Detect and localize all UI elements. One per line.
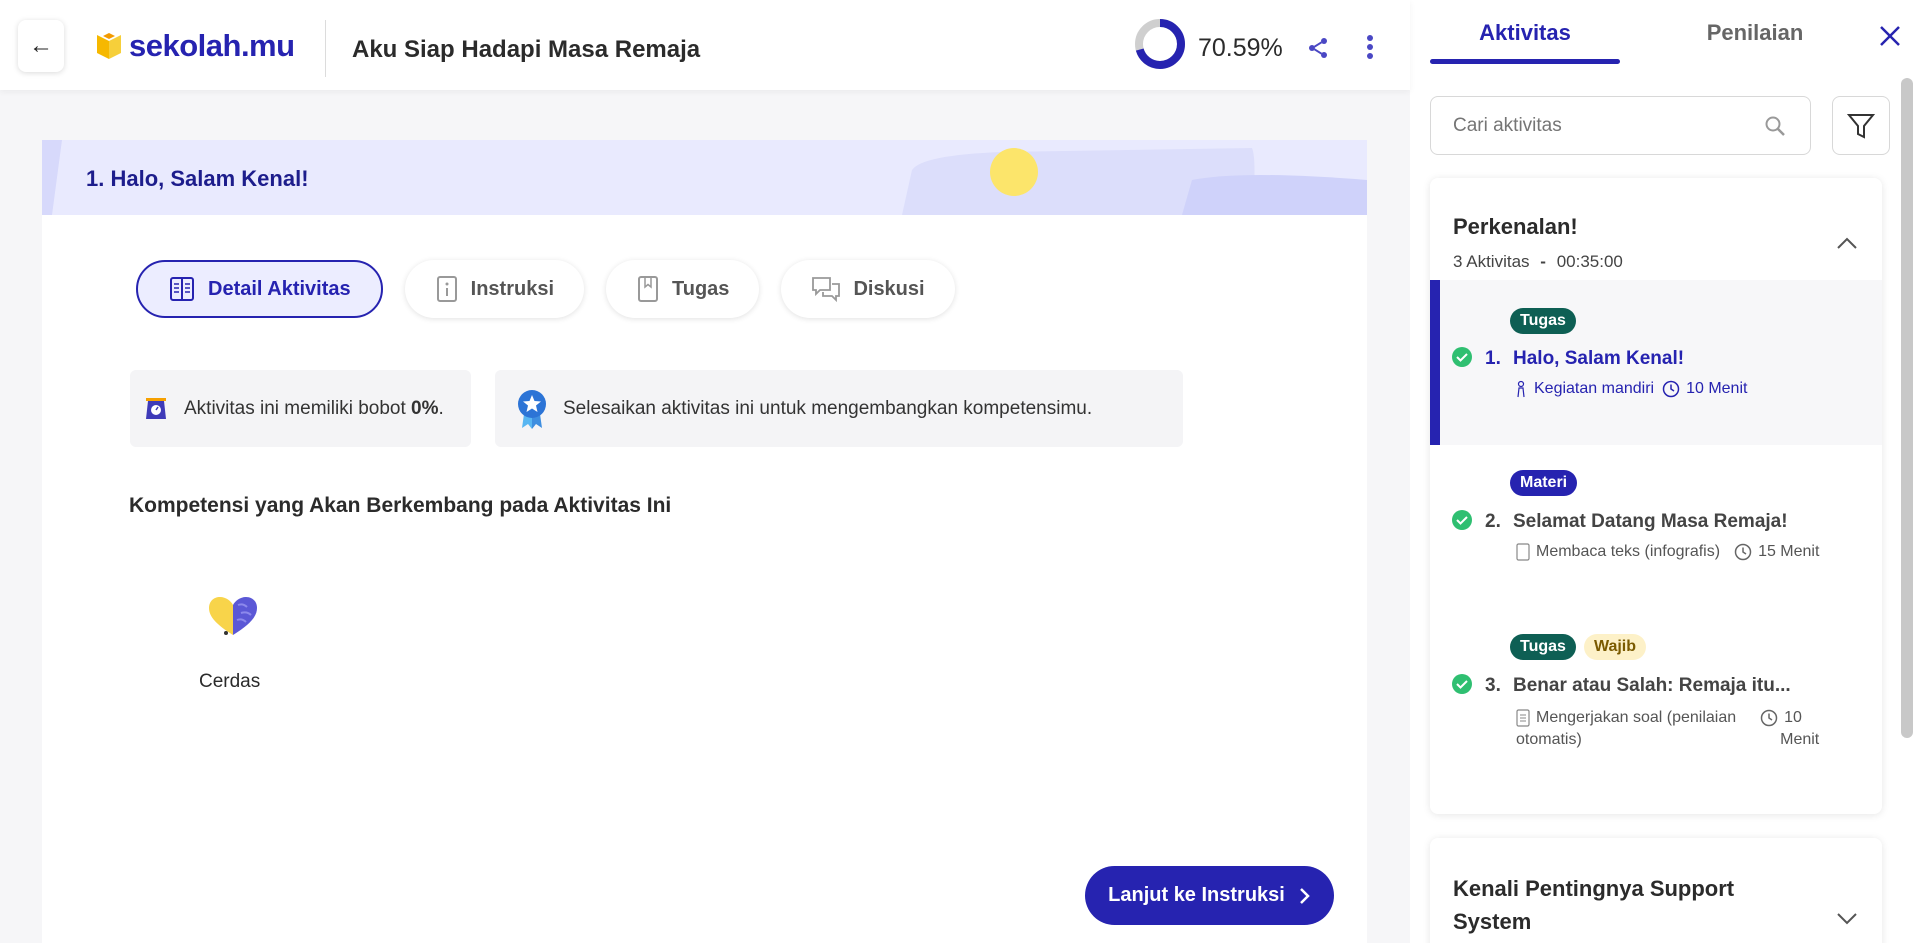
competency-label: Cerdas	[199, 671, 261, 692]
activity-item-2[interactable]: Materi 2. Selamat Datang Masa Remaja! Me…	[1430, 445, 1882, 610]
next-button-label: Lanjut ke Instruksi	[1108, 884, 1285, 906]
back-button[interactable]: ←	[18, 20, 64, 72]
medal-icon	[518, 389, 546, 429]
activity-title: 1. Halo, Salam Kenal!	[86, 166, 309, 191]
badge-tugas: Tugas	[1510, 308, 1576, 334]
activity-duration: 15 Menit	[1734, 543, 1819, 561]
tab-label: Instruksi	[470, 277, 555, 300]
person-icon	[1517, 380, 1525, 398]
weight-text: Aktivitas ini memiliki bobot 0%.	[184, 397, 444, 419]
clock-icon	[1734, 543, 1752, 561]
filter-icon	[1846, 113, 1876, 139]
progress-ring	[1135, 19, 1185, 69]
group-meta: 3 Aktivitas - 00:35:00	[1453, 252, 1623, 271]
filter-button[interactable]	[1832, 96, 1890, 155]
more-vertical-icon[interactable]	[1362, 34, 1378, 60]
chevron-down-icon[interactable]	[1835, 908, 1859, 928]
badges: Tugas Wajib	[1510, 634, 1647, 660]
activity-duration: 10 Menit	[1760, 707, 1819, 751]
document-icon	[1516, 709, 1530, 727]
tab-label: Diskusi	[853, 277, 925, 300]
logo[interactable]: sekolah.mu	[95, 28, 295, 64]
search-input[interactable]	[1453, 114, 1753, 137]
badge-wajib: Wajib	[1583, 634, 1647, 660]
top-header: ← sekolah.mu Aku Siap Hadapi Masa Remaja…	[0, 0, 1410, 90]
activity-number: 2.	[1485, 511, 1501, 532]
group-title: Perkenalan!	[1453, 214, 1578, 239]
sidebar-scrollbar[interactable]	[1901, 78, 1913, 738]
search-box	[1430, 96, 1811, 155]
logo-text: sekolah.mu	[129, 28, 295, 63]
share-icon[interactable]	[1306, 36, 1330, 60]
activity-group-support-system[interactable]: Kenali Pentingnya Support System	[1430, 838, 1882, 943]
bookmark-icon	[638, 276, 659, 302]
activity-item-3[interactable]: Tugas Wajib 3. Benar atau Salah: Remaja …	[1430, 610, 1882, 775]
goal-info-box: Selesaikan aktivitas ini untuk mengemban…	[495, 370, 1183, 447]
activity-tabs: Detail Aktivitas Instruksi Tugas Diskusi	[136, 260, 955, 318]
badge-materi: Materi	[1510, 470, 1578, 496]
arrow-left-icon: ←	[29, 32, 53, 59]
search-icon[interactable]	[1764, 115, 1786, 137]
badges: Tugas	[1510, 308, 1576, 334]
check-circle-icon	[1452, 674, 1472, 694]
close-icon[interactable]	[1878, 24, 1902, 48]
course-title: Aku Siap Hadapi Masa Remaja	[352, 36, 701, 63]
activity-title: Benar atau Salah: Remaja itu...	[1513, 675, 1791, 696]
badges: Materi	[1510, 470, 1578, 496]
activity-title: Selamat Datang Masa Remaja!	[1513, 511, 1788, 532]
tab-tugas[interactable]: Tugas	[606, 260, 760, 318]
chevron-right-icon	[1299, 887, 1310, 904]
badge-tugas: Tugas	[1510, 634, 1576, 660]
chat-icon	[812, 277, 841, 303]
weight-info-box: Aktivitas ini memiliki bobot 0%.	[130, 370, 471, 447]
activity-number: 1.	[1485, 348, 1501, 369]
progress-percentage: 70.59%	[1198, 34, 1283, 62]
activity-group-perkenalan: Perkenalan! 3 Aktivitas - 00:35:00 Tugas…	[1430, 178, 1882, 814]
check-circle-icon	[1452, 510, 1472, 530]
activity-number: 3.	[1485, 675, 1501, 696]
sidebar-tabs: Aktivitas Penilaian	[1430, 0, 1850, 66]
activity-detail-panel: 1. Halo, Salam Kenal! Detail Aktivitas I…	[42, 140, 1367, 943]
clock-icon	[1662, 380, 1680, 398]
tab-label: Detail Aktivitas	[208, 277, 351, 300]
next-instruction-button[interactable]: Lanjut ke Instruksi	[1085, 866, 1334, 925]
activity-meta: Membaca teks (infografis) 15 Menit	[1516, 543, 1819, 561]
scale-icon	[146, 397, 166, 419]
tab-diskusi[interactable]: Diskusi	[781, 260, 955, 318]
activity-item-1[interactable]: Tugas 1. Halo, Salam Kenal! Kegiatan man…	[1430, 280, 1882, 445]
activity-type: Mengerjakan soal (penilaian otomatis)	[1516, 709, 1737, 748]
goal-text: Selesaikan aktivitas ini untuk mengemban…	[563, 397, 1093, 419]
activity-type: Membaca teks (infografis)	[1516, 543, 1720, 561]
activity-sidebar: Aktivitas Penilaian Perkenalan! 3 Aktivi…	[1410, 0, 1919, 943]
tab-penilaian[interactable]: Penilaian	[1660, 0, 1850, 66]
tab-instruksi[interactable]: Instruksi	[404, 260, 585, 318]
check-circle-icon	[1452, 347, 1472, 367]
document-icon	[1516, 543, 1530, 561]
activity-title: Halo, Salam Kenal!	[1513, 348, 1685, 369]
activity-duration: 10 Menit	[1662, 380, 1747, 398]
activity-type: Kegiatan mandiri	[1514, 380, 1654, 398]
book-open-icon	[170, 277, 194, 301]
activity-banner: 1. Halo, Salam Kenal!	[42, 140, 1367, 215]
tab-aktivitas[interactable]: Aktivitas	[1430, 0, 1620, 66]
chevron-up-icon[interactable]	[1835, 233, 1859, 253]
activity-meta: Kegiatan mandiri 10 Menit	[1514, 380, 1747, 398]
header-divider	[325, 20, 326, 77]
info-icon	[436, 276, 457, 302]
brain-heart-icon	[209, 597, 257, 635]
group-title: Kenali Pentingnya Support System	[1453, 876, 1735, 934]
activity-meta: Mengerjakan soal (penilaian otomatis) 10…	[1516, 707, 1819, 751]
competency-section-title: Kompetensi yang Akan Berkembang pada Akt…	[129, 494, 672, 517]
clock-icon	[1760, 709, 1778, 727]
book-logo-icon	[97, 33, 121, 59]
tab-label: Tugas	[672, 277, 730, 300]
tab-detail-aktivitas[interactable]: Detail Aktivitas	[136, 260, 383, 318]
